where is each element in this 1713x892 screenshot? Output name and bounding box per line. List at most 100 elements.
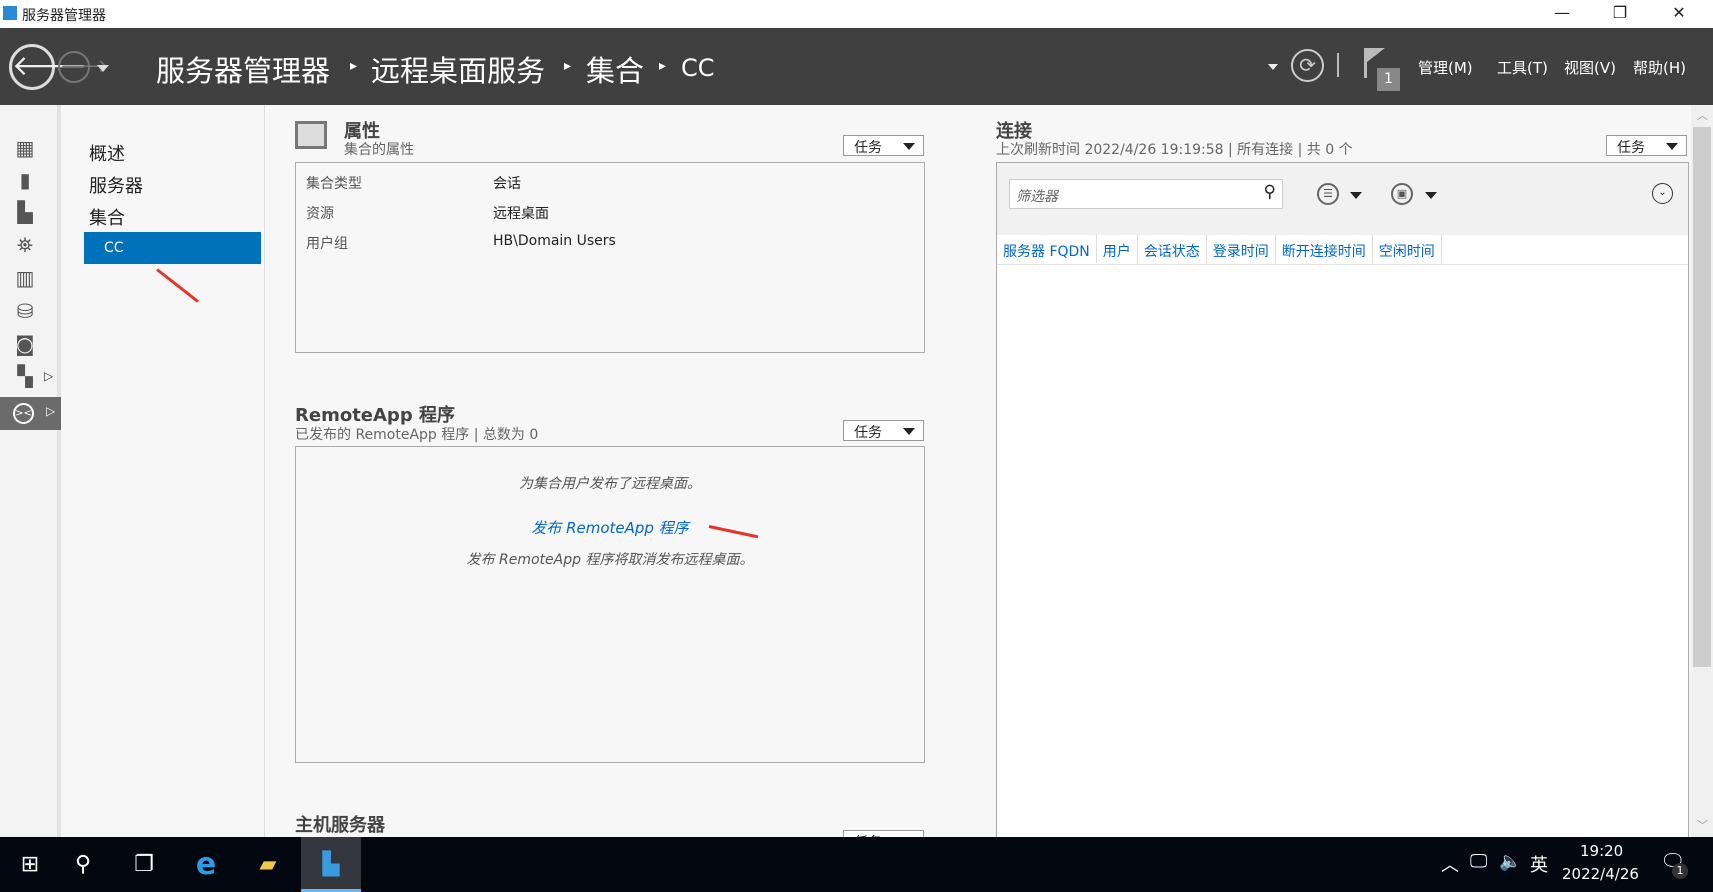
clock-time[interactable]: 19:20 bbox=[1580, 842, 1623, 860]
expand-icon[interactable]: ⌄ bbox=[1652, 183, 1673, 204]
taskbar: ⊞ ⚲ ❐ e ▰ ▙ ︿ 🖵 🔈 英 19:20 2022/4/26 🗨 1 bbox=[0, 837, 1713, 892]
remoteapp-subtitle: 已发布的 RemoteApp 程序 | 总数为 0 bbox=[295, 427, 539, 443]
nav-item-collections[interactable]: 集合 bbox=[89, 204, 125, 230]
column-idle-time[interactable]: 空闲时间 bbox=[1373, 235, 1442, 263]
window-title: 服务器管理器 bbox=[22, 8, 106, 24]
expand-icon[interactable]: ▷ bbox=[44, 369, 53, 383]
filter-placeholder: 筛选器 bbox=[1016, 189, 1058, 205]
scrollbar-thumb[interactable] bbox=[1693, 127, 1711, 667]
chevron-down-icon bbox=[903, 143, 915, 150]
properties-tasks-button[interactable]: 任务 bbox=[843, 135, 924, 156]
search-icon[interactable]: ⚲ bbox=[1264, 182, 1276, 202]
column-user[interactable]: 用户 bbox=[1097, 235, 1138, 263]
all-servers-icon[interactable]: ▙ bbox=[13, 201, 37, 223]
annotation-arrow bbox=[156, 268, 199, 303]
volume-muted-icon[interactable]: 🔈 bbox=[1499, 851, 1521, 872]
breadcrumb-separator-icon: ▸ bbox=[350, 58, 358, 74]
iis-icon[interactable]: ◙ bbox=[13, 333, 37, 355]
ime-indicator[interactable]: 英 bbox=[1530, 851, 1548, 877]
ad-cs-icon[interactable]: ⛯ bbox=[13, 234, 37, 256]
flag-icon-pennant bbox=[1367, 48, 1385, 62]
ad-ds-icon[interactable]: ▥ bbox=[13, 267, 37, 289]
rail-item-rds[interactable]: >< ▷ bbox=[0, 397, 61, 430]
remoteapp-tasks-button[interactable]: 任务 bbox=[843, 420, 924, 441]
clock-date[interactable]: 2022/4/26 bbox=[1562, 865, 1639, 883]
breadcrumb-separator-icon: ▸ bbox=[564, 58, 572, 74]
column-disconnect-time[interactable]: 断开连接时间 bbox=[1276, 235, 1373, 263]
menu-manage[interactable]: 管理(M) bbox=[1418, 57, 1473, 78]
chevron-down-icon bbox=[903, 428, 915, 435]
save-query-icon[interactable]: ▣ bbox=[1391, 183, 1413, 205]
column-logon-time[interactable]: 登录时间 bbox=[1207, 235, 1276, 263]
breadcrumb-separator-icon: ▸ bbox=[659, 58, 667, 74]
nav-item-cc[interactable]: CC bbox=[84, 232, 261, 264]
icon-rail: ▦ ▮ ▙ ⛯ ▥ ⛁ ◙ ▚ ▷ >< ▷ bbox=[0, 105, 61, 837]
dashboard-icon[interactable]: ▦ bbox=[13, 137, 37, 159]
ie-icon[interactable]: e bbox=[176, 837, 236, 892]
back-button[interactable]: 🡐 bbox=[9, 44, 87, 90]
connections-tasks-button[interactable]: 任务 bbox=[1606, 135, 1687, 156]
breadcrumb-cc: CC bbox=[681, 54, 715, 82]
column-server-fqdn[interactable]: 服务器 FQDN bbox=[997, 235, 1097, 263]
property-key: 资源 bbox=[306, 206, 334, 222]
dns-icon[interactable]: ⛁ bbox=[13, 300, 37, 322]
menu-tools[interactable]: 工具(T) bbox=[1497, 57, 1548, 78]
properties-box: 集合类型 会话 资源 远程桌面 用户组 HB\Domain Users bbox=[295, 162, 925, 353]
app-icon bbox=[3, 6, 17, 20]
nav-item-servers[interactable]: 服务器 bbox=[89, 172, 143, 198]
scroll-up-icon[interactable]: ︿ bbox=[1697, 107, 1708, 123]
tray-chevron-icon[interactable]: ︿ bbox=[1441, 851, 1459, 877]
column-session-state[interactable]: 会话状态 bbox=[1138, 235, 1207, 263]
remoteapp-message: 为集合用户发布了远程桌面。 bbox=[519, 476, 701, 492]
chevron-down-icon[interactable] bbox=[1350, 192, 1362, 199]
menu-help[interactable]: 帮助(H) bbox=[1633, 57, 1686, 78]
task-view-icon[interactable]: ❐ bbox=[114, 837, 174, 892]
chevron-down-icon[interactable] bbox=[1425, 192, 1437, 199]
scroll-down-icon[interactable]: ﹀ bbox=[1697, 817, 1708, 833]
property-value: 远程桌面 bbox=[493, 206, 549, 222]
title-bar: 服务器管理器 — ❐ ✕ bbox=[0, 0, 1713, 28]
property-key: 用户组 bbox=[306, 236, 348, 252]
minimize-button[interactable]: — bbox=[1539, 0, 1585, 28]
close-button[interactable]: ✕ bbox=[1656, 0, 1702, 28]
filter-input[interactable]: 筛选器 ⚲ bbox=[1009, 179, 1283, 209]
notification-badge[interactable]: 1 bbox=[1377, 68, 1400, 91]
properties-subtitle: 集合的属性 bbox=[344, 142, 414, 158]
maximize-button[interactable]: ❐ bbox=[1597, 0, 1643, 28]
tasks-label: 任务 bbox=[854, 140, 882, 156]
file-storage-icon[interactable]: ▚ bbox=[13, 365, 37, 387]
publish-remoteapp-link[interactable]: 发布 RemoteApp 程序 bbox=[296, 517, 924, 538]
column-header-row: 服务器 FQDN 用户 会话状态 登录时间 断开连接时间 空闲时间 bbox=[997, 235, 1688, 265]
expand-icon: ▷ bbox=[46, 404, 56, 418]
nav-item-overview[interactable]: 概述 bbox=[89, 140, 125, 166]
rds-icon: >< bbox=[13, 403, 34, 424]
menu-view[interactable]: 视图(V) bbox=[1564, 57, 1616, 78]
list-view-icon[interactable]: ☰ bbox=[1317, 183, 1339, 205]
remoteapp-box: 为集合用户发布了远程桌面。 发布 RemoteApp 程序 发布 RemoteA… bbox=[295, 446, 925, 763]
host-servers-title: 主机服务器 bbox=[295, 815, 385, 836]
dropdown-icon[interactable] bbox=[1268, 64, 1278, 70]
refresh-icon[interactable]: ⟳ bbox=[1291, 49, 1324, 82]
start-button[interactable]: ⊞ bbox=[0, 837, 60, 892]
local-server-icon[interactable]: ▮ bbox=[13, 169, 37, 191]
header-bar: 🡐 🡒 服务器管理器 ▸ 远程桌面服务 ▸ 集合 ▸ CC ⟳ 1 管理(M) … bbox=[0, 28, 1713, 105]
breadcrumb-rds[interactable]: 远程桌面服务 bbox=[371, 48, 545, 90]
search-icon[interactable]: ⚲ bbox=[53, 837, 113, 892]
properties-icon bbox=[295, 121, 327, 149]
scrollbar[interactable]: ︿ ﹀ bbox=[1691, 105, 1713, 837]
breadcrumb-server-manager[interactable]: 服务器管理器 bbox=[156, 48, 330, 90]
property-value: 会话 bbox=[493, 176, 521, 192]
server-manager-taskbar-icon[interactable]: ▙ bbox=[301, 837, 361, 892]
network-warning-icon[interactable]: 🖵 bbox=[1470, 851, 1487, 872]
divider bbox=[1337, 53, 1339, 77]
property-key: 集合类型 bbox=[306, 176, 362, 192]
notification-count-badge: 1 bbox=[1672, 863, 1688, 879]
connections-subtitle: 上次刷新时间 2022/4/26 19:19:58 | 所有连接 | 共 0 个 bbox=[996, 142, 1353, 158]
file-explorer-icon[interactable]: ▰ bbox=[238, 837, 298, 892]
tasks-label: 任务 bbox=[1617, 140, 1645, 156]
chevron-down-icon bbox=[1666, 143, 1678, 150]
history-dropdown-icon[interactable] bbox=[97, 65, 109, 72]
breadcrumb-collections[interactable]: 集合 bbox=[586, 48, 644, 90]
forward-button[interactable]: 🡒 bbox=[58, 51, 108, 83]
property-value: HB\Domain Users bbox=[493, 233, 616, 249]
